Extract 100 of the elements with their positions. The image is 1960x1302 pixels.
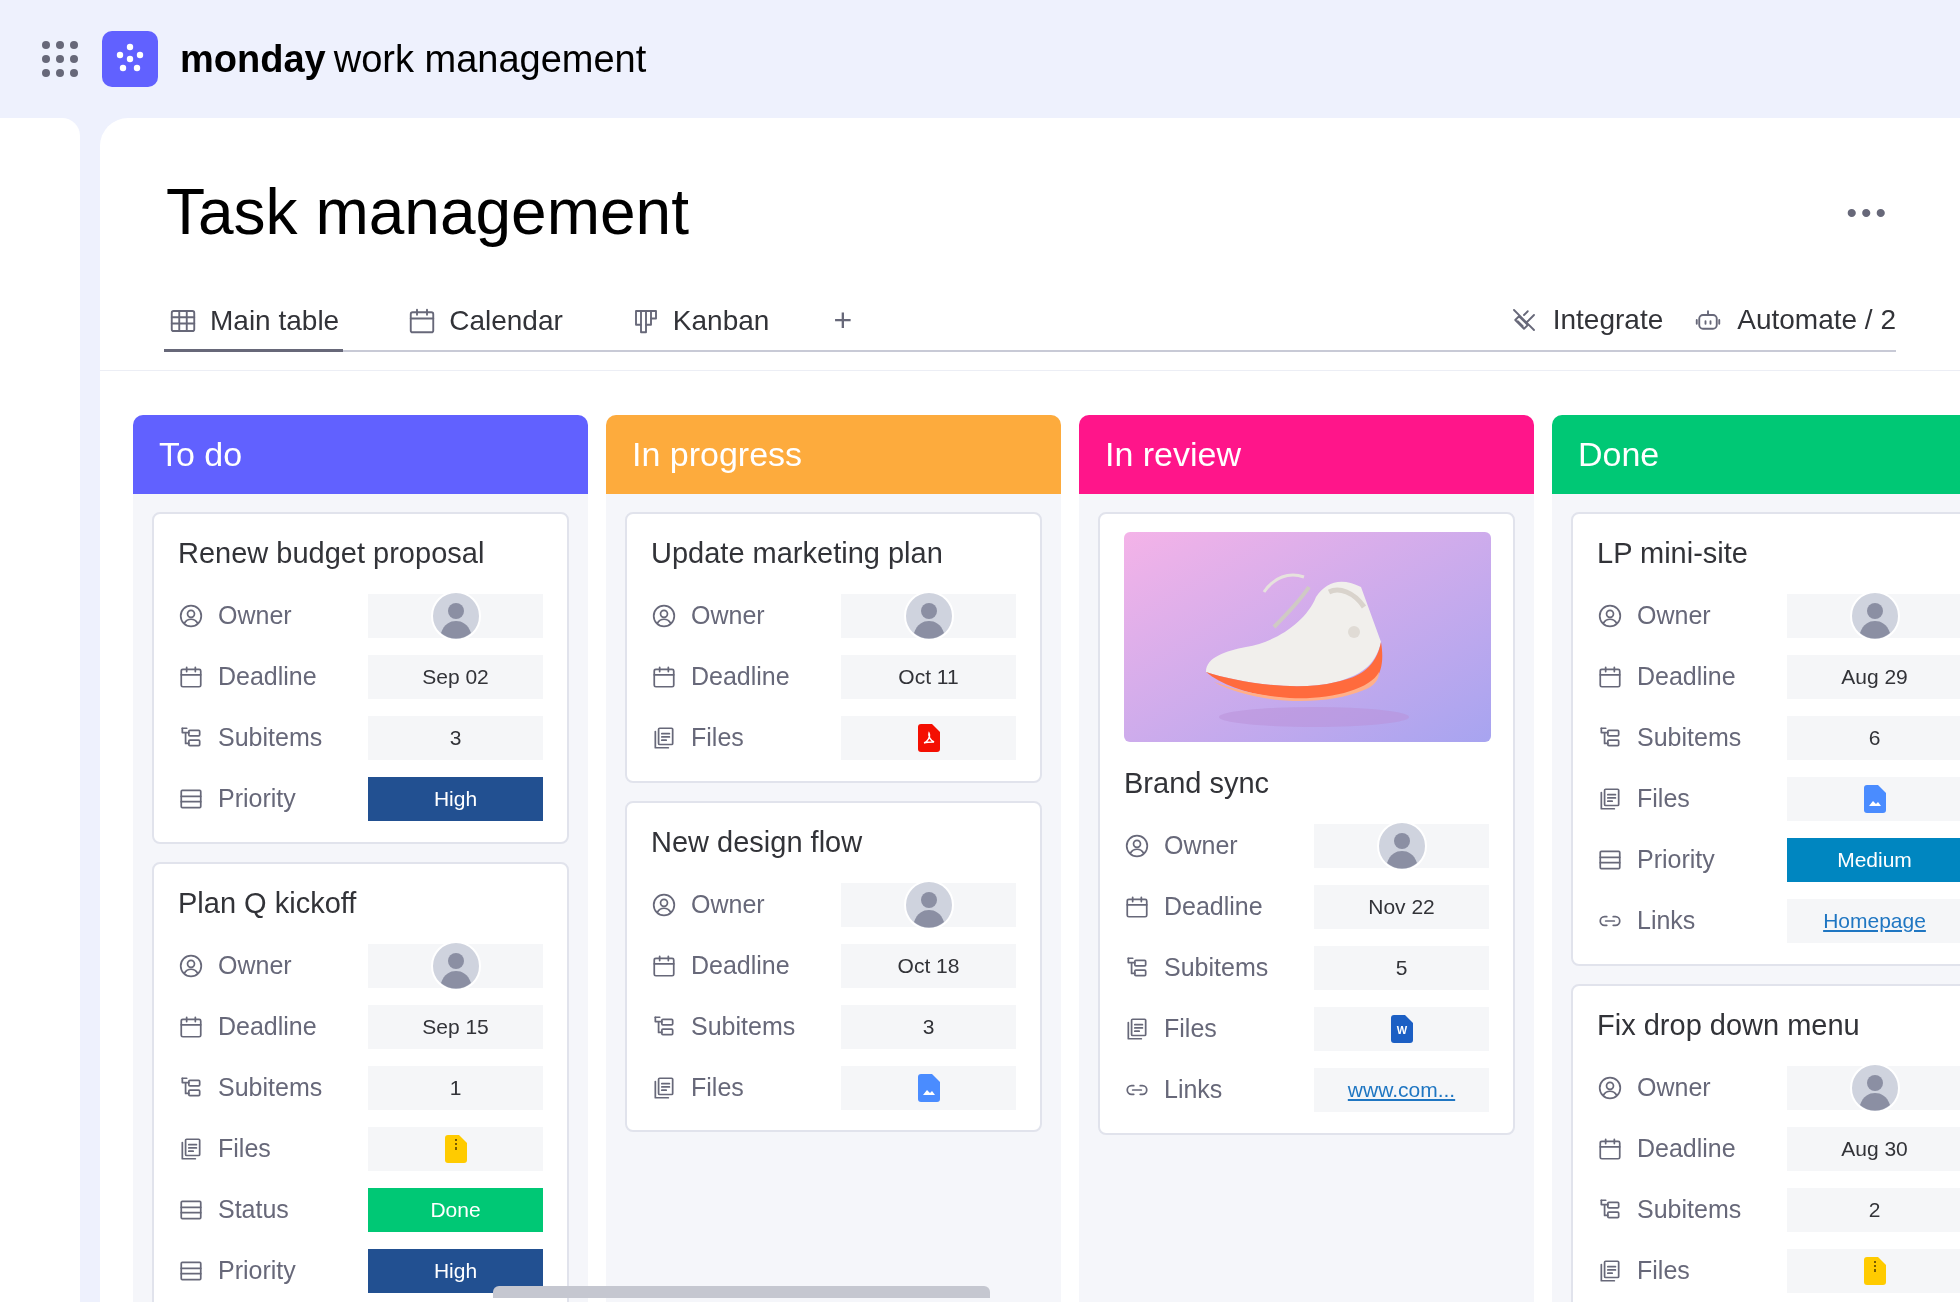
status-label[interactable]: Medium [1787,838,1960,882]
files-icon [651,1074,677,1101]
calendar-icon [1124,894,1150,920]
date-cell[interactable]: Aug 29 [1787,655,1960,699]
columns-icon [1597,847,1623,873]
field-label: Subitems [691,1010,796,1042]
scrollbar[interactable] [493,1286,990,1298]
field-label: Owner [218,600,292,632]
view-tab[interactable]: Calendar [403,292,567,352]
zip-file-icon[interactable] [444,1134,467,1163]
person-icon [1597,1074,1623,1101]
files-icon [178,1135,204,1162]
add-view-button[interactable]: + [833,290,853,350]
task-card[interactable]: Update marketing plan Owner Deadline Oct 11 Files [625,512,1042,783]
task-card[interactable]: LP mini-site Owner Deadline Aug 29 Subitems 6 Files Priority Medium Links Homepage [1571,512,1960,966]
date-cell[interactable]: Oct 11 [841,655,1016,699]
field-label: Priority [218,783,296,815]
calendar-icon [1597,664,1623,690]
card-title: Fix drop down menu [1597,1007,1861,1043]
status-label[interactable]: High [368,1248,543,1293]
files-cell[interactable] [841,1065,1016,1110]
field-label: Files [691,1071,744,1103]
image-file-icon[interactable] [1863,785,1886,813]
field-label: Deadline [1164,891,1263,923]
files-cell[interactable]: W [1314,1007,1489,1051]
field-label: Owner [1164,830,1238,862]
field-label: Subitems [1637,722,1742,754]
apps-grid-icon[interactable] [40,39,80,79]
card-title: Brand sync [1124,766,1271,801]
count-cell[interactable]: 3 [368,716,543,760]
field-label: Files [691,722,744,754]
count-cell[interactable]: 1 [368,1065,543,1110]
files-cell[interactable] [368,1126,543,1171]
column-header: To do [133,415,588,494]
date-cell[interactable]: Aug 30 [1787,1126,1960,1171]
field-label: Links [1164,1074,1223,1106]
avatar [1849,1062,1900,1113]
field-label: Priority [218,1254,296,1286]
column-header: In progress [606,415,1061,494]
owner-cell[interactable] [841,882,1016,927]
avatar [903,591,954,641]
owner-cell[interactable] [368,943,543,988]
count-cell[interactable]: 5 [1314,946,1489,990]
person-icon [651,891,677,918]
files-cell[interactable] [841,716,1016,760]
owner-cell[interactable] [1314,824,1489,868]
view-tab[interactable]: Main table [164,292,344,352]
field-label: Subitems [218,1071,323,1103]
field-label: Owner [1637,600,1711,632]
count-cell[interactable]: 3 [841,1004,1016,1049]
image-file-icon[interactable] [917,1073,940,1102]
task-card[interactable]: Brand sync Owner Deadline Nov 22 Subitems 5 Files W Links www.com... [1098,512,1515,1135]
files-cell[interactable] [1787,1248,1960,1293]
owner-cell[interactable] [1787,594,1960,638]
card-title: Plan Q kickoff [178,885,358,921]
view-tab[interactable]: Kanban [626,292,774,352]
field-label: Deadline [691,661,790,693]
field-label: Files [1637,1254,1690,1286]
task-card[interactable]: New design flow Owner Deadline Oct 18 Subitems 3 Files [625,800,1042,1132]
field-label: Deadline [1637,1132,1736,1164]
card-title: Update marketing plan [651,536,944,571]
automate-button[interactable]: Automate / 2 [1693,290,1896,350]
more-button[interactable]: ••• [1846,189,1890,235]
document-file-icon[interactable]: W [1390,1015,1413,1043]
product-name: work management [333,36,647,82]
zip-file-icon[interactable] [1863,1256,1886,1285]
link[interactable]: www.com... [1347,1074,1456,1106]
date-cell[interactable]: Oct 18 [841,943,1016,988]
owner-cell[interactable] [368,594,543,638]
files-cell[interactable] [1787,777,1960,821]
calendar-icon [1597,1135,1623,1162]
field-label: Owner [691,600,765,632]
person-icon [1597,603,1623,629]
link[interactable]: Homepage [1823,905,1926,937]
status-label[interactable]: High [368,777,543,821]
files-icon [651,725,677,751]
field-label: Links [1637,905,1696,937]
count-cell[interactable]: 2 [1787,1187,1960,1232]
pdf-file-icon[interactable] [917,724,940,752]
count-cell[interactable]: 6 [1787,716,1960,760]
field-label: Files [1637,783,1690,815]
task-card[interactable]: Renew budget proposal Owner Deadline Sep 02 Subitems 3 Priority High [152,512,569,844]
owner-cell[interactable] [841,594,1016,638]
person-icon [651,603,677,629]
field-label: Owner [218,949,292,981]
person-icon [1124,833,1150,859]
date-cell[interactable]: Sep 15 [368,1004,543,1049]
field-label: Status [218,1193,289,1225]
logo-icon [102,31,158,87]
avatar [1849,591,1900,641]
file-letter: W [1396,1024,1407,1036]
task-card[interactable]: Fix drop down menu Owner Deadline Aug 30 Subitems 2 Files [1571,983,1960,1302]
field-label: Owner [691,888,765,920]
date-cell[interactable]: Nov 22 [1314,885,1489,929]
date-cell[interactable]: Sep 02 [368,655,543,699]
avatar [1376,821,1427,871]
field-label: Owner [1637,1071,1711,1103]
task-card[interactable]: Plan Q kickoff Owner Deadline Sep 15 Subitems 1 Files Status Done Priority High [152,861,569,1302]
owner-cell[interactable] [1787,1065,1960,1110]
integrate-button[interactable]: Integrate [1508,290,1664,350]
